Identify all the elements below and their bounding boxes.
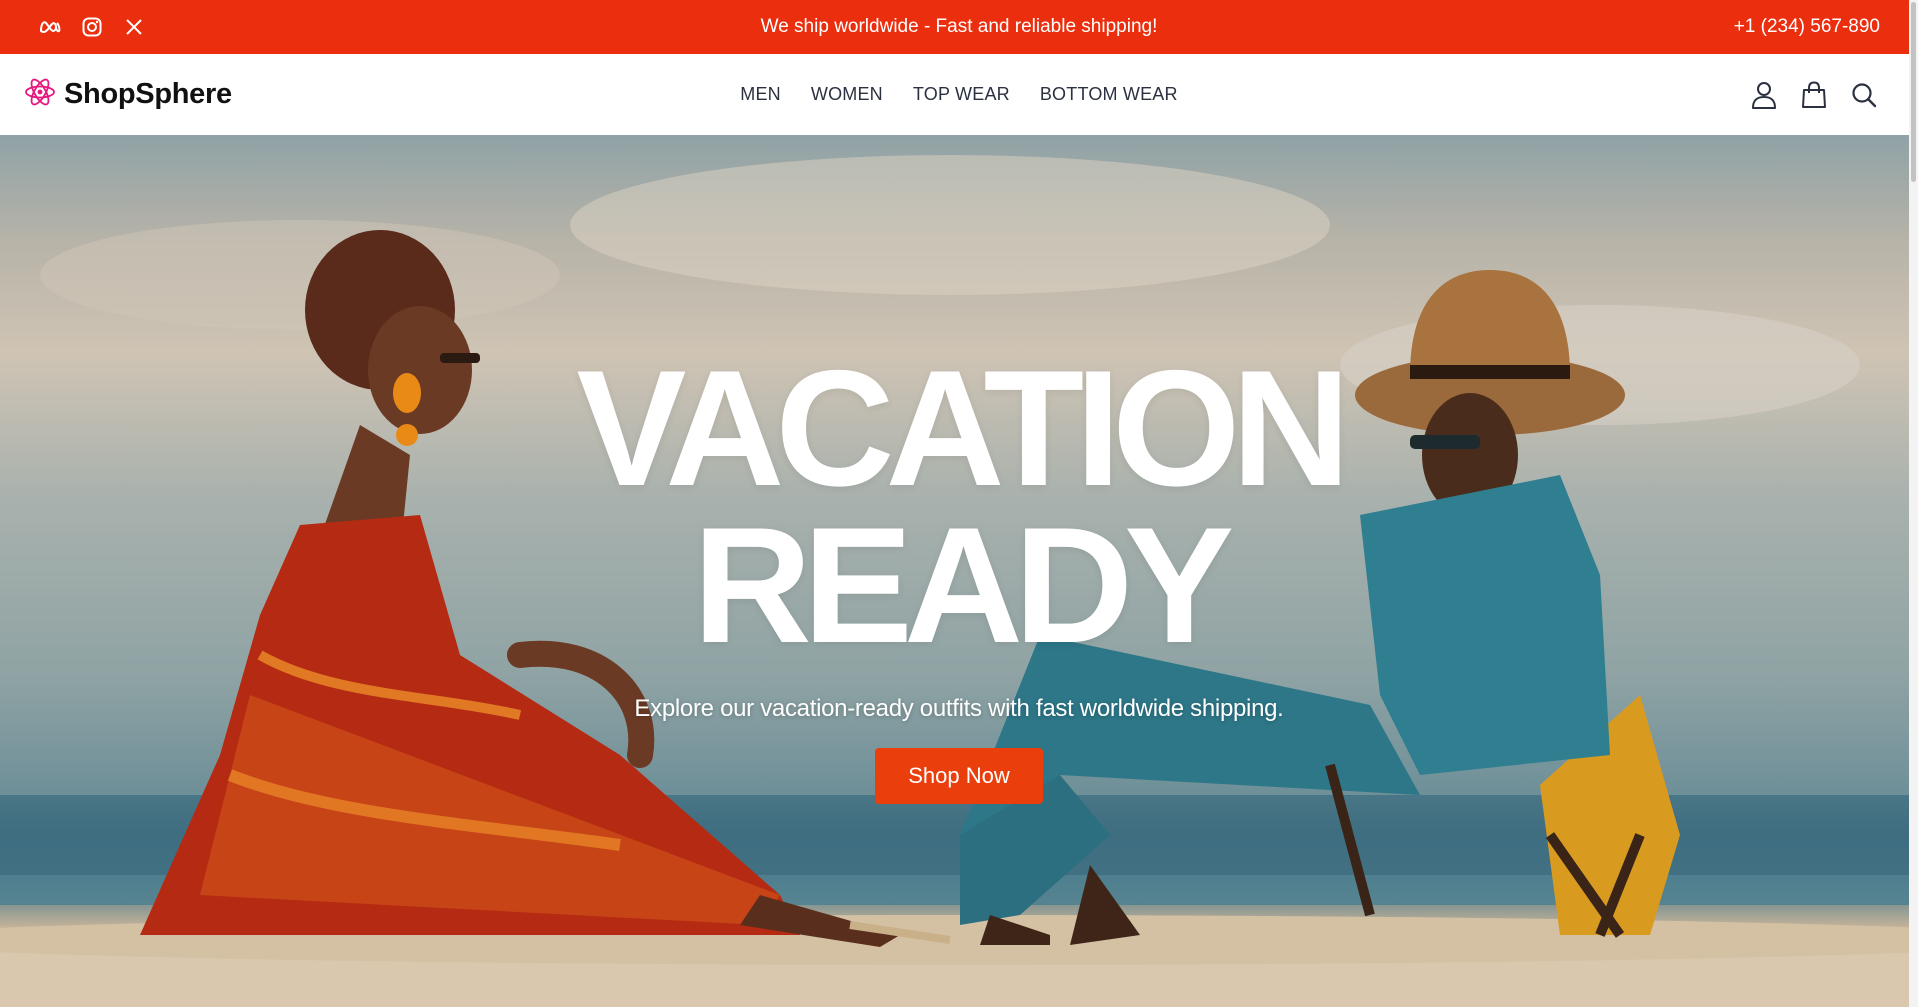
shipping-announcement: We ship worldwide - Fast and reliable sh… <box>760 16 1158 37</box>
primary-nav: MEN WOMEN TOP WEAR BOTTOM WEAR <box>0 54 1918 135</box>
meta-icon[interactable] <box>38 15 62 39</box>
hero-banner: VACATION READY Explore our vacation-read… <box>0 135 1918 1007</box>
social-links <box>38 0 146 54</box>
hero-subtitle: Explore our vacation-ready outfits with … <box>634 695 1284 722</box>
page-scrollbar[interactable] <box>1909 0 1918 1007</box>
search-icon[interactable] <box>1850 81 1878 109</box>
nav-link-men[interactable]: MEN <box>740 84 781 105</box>
nav-link-bottom-wear[interactable]: BOTTOM WEAR <box>1040 84 1178 105</box>
scrollbar-thumb[interactable] <box>1911 2 1916 182</box>
main-navbar: ShopSphere MEN WOMEN TOP WEAR BOTTOM WEA… <box>0 54 1918 136</box>
phone-number[interactable]: +1 (234) 567-890 <box>1734 0 1880 54</box>
announcement-bar: We ship worldwide - Fast and reliable sh… <box>0 0 1918 54</box>
x-twitter-icon[interactable] <box>122 15 146 39</box>
instagram-icon[interactable] <box>80 15 104 39</box>
hero-title-line2: READY <box>692 493 1235 677</box>
nav-link-women[interactable]: WOMEN <box>811 84 883 105</box>
nav-link-top-wear[interactable]: TOP WEAR <box>913 84 1010 105</box>
shopping-bag-icon[interactable] <box>1800 80 1828 109</box>
shop-now-button[interactable]: Shop Now <box>875 748 1043 804</box>
hero-title-line1: VACATION <box>576 336 1350 520</box>
hero-title: VACATION READY <box>0 336 1918 677</box>
user-icon[interactable] <box>1750 81 1778 109</box>
header-actions <box>1750 54 1878 135</box>
